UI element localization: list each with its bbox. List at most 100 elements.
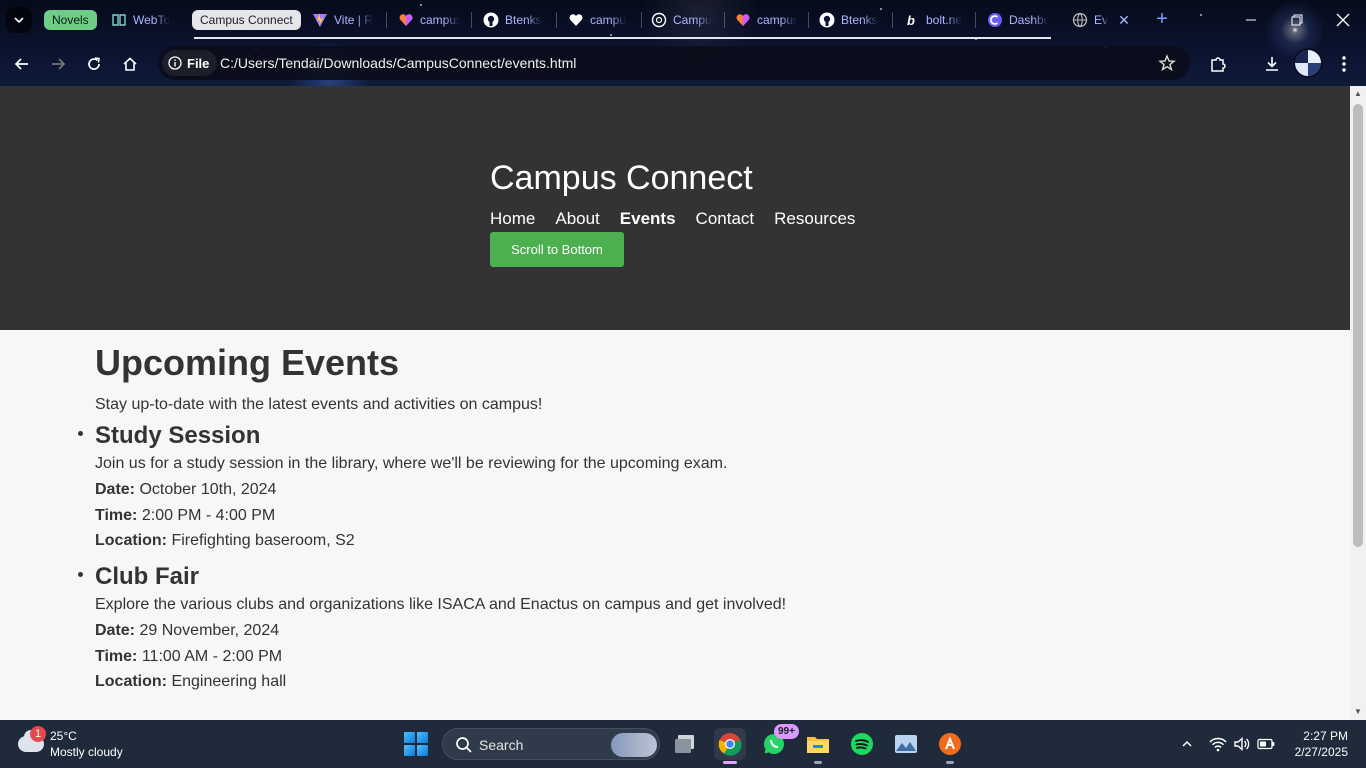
- bolt-icon: b: [904, 12, 920, 28]
- plus-icon: +: [1156, 8, 1168, 30]
- system-clock[interactable]: 2:27 PM 2/27/2025: [1295, 728, 1348, 760]
- tab-separator: [975, 12, 976, 28]
- reload-button[interactable]: [80, 50, 108, 78]
- date-value: 29 November, 2024: [139, 622, 280, 639]
- nav-link-resources[interactable]: Resources: [774, 209, 855, 229]
- taskbar-whatsapp[interactable]: 99+: [758, 724, 799, 760]
- tab-webtoon[interactable]: WebTo: [111, 10, 173, 30]
- taskbar-search[interactable]: Search: [442, 728, 660, 760]
- events-content: Upcoming Events Stay up-to-date with the…: [78, 342, 1295, 690]
- new-tab-button[interactable]: +: [1150, 8, 1174, 32]
- tab-group-campus-connect[interactable]: Campus Connect: [192, 10, 301, 30]
- volume-icon: [1234, 736, 1250, 752]
- taskbar-chrome[interactable]: [714, 728, 746, 764]
- scrollbar-thumb[interactable]: [1353, 104, 1363, 547]
- taskbar-photos[interactable]: [890, 728, 922, 760]
- list-bullet: [78, 572, 83, 577]
- time-label: Time:: [95, 648, 138, 665]
- taskbar-spotify[interactable]: [846, 728, 878, 760]
- book-icon: [111, 12, 127, 28]
- tab-campus-heart[interactable]: campu: [568, 10, 630, 30]
- site-header: Campus Connect Home About Events Contact…: [0, 86, 1350, 330]
- event-description: Explore the various clubs and organizati…: [95, 596, 787, 613]
- volume-status[interactable]: [1232, 734, 1252, 754]
- tab-group-novels[interactable]: Novels: [44, 10, 97, 30]
- tab-separator: [892, 12, 893, 28]
- nav-link-home[interactable]: Home: [490, 209, 535, 229]
- search-placeholder: Search: [479, 737, 524, 753]
- address-bar[interactable]: File C:/Users/Tendai/Downloads/CampusCon…: [158, 46, 1190, 80]
- home-button[interactable]: [116, 50, 144, 78]
- tab-bolt[interactable]: b bolt.ne: [904, 10, 966, 30]
- tab-dashboard[interactable]: Dashbo: [987, 10, 1049, 30]
- url-text[interactable]: C:/Users/Tendai/Downloads/CampusConnect/…: [220, 55, 576, 71]
- running-indicator: [946, 761, 954, 764]
- tab-strip: Novels WebTo Campus Connect Vite | R cam…: [0, 0, 1366, 40]
- tab-separator: [471, 12, 472, 28]
- more-vertical-icon: [1342, 56, 1346, 72]
- tab-separator: [556, 12, 557, 28]
- restore-button[interactable]: [1274, 4, 1320, 36]
- tab-separator: [724, 12, 725, 28]
- event-item-club-fair: Club Fair Explore the various clubs and …: [78, 563, 786, 690]
- tab-github-btenks-1[interactable]: Btenks: [483, 10, 545, 30]
- tab-vite[interactable]: Vite | R: [312, 10, 378, 30]
- tab-separator: [641, 12, 642, 28]
- bookmark-button[interactable]: [1156, 52, 1178, 74]
- battery-icon: [1257, 738, 1275, 750]
- tab-github-btenks-2[interactable]: Btenks: [819, 10, 881, 30]
- show-hidden-icons-button[interactable]: [1177, 734, 1197, 754]
- tab-separator: [386, 12, 387, 28]
- nav-link-contact[interactable]: Contact: [696, 209, 755, 229]
- event-item-study-session: Study Session Join us for a study sessio…: [78, 423, 727, 549]
- time-value: 2:00 PM - 4:00 PM: [141, 507, 276, 524]
- minimize-button[interactable]: [1228, 4, 1274, 36]
- tab-close-button[interactable]: ✕: [1114, 10, 1134, 30]
- scroll-up-arrow[interactable]: ▲: [1350, 86, 1366, 102]
- tab-events-active[interactable]: Ev: [1072, 10, 1116, 30]
- battery-status[interactable]: [1256, 734, 1276, 754]
- date-value: October 10th, 2024: [139, 481, 277, 498]
- close-icon: [1336, 13, 1350, 27]
- page-title: Upcoming Events: [95, 342, 400, 383]
- weather-widget[interactable]: 1 25°C Mostly cloudy: [14, 726, 144, 762]
- task-view-button[interactable]: [670, 728, 702, 760]
- downloads-button[interactable]: [1258, 50, 1286, 78]
- start-button[interactable]: [404, 732, 428, 756]
- spotify-icon: [851, 733, 873, 755]
- lovable-heart-icon: [735, 12, 751, 28]
- extensions-button[interactable]: [1204, 50, 1232, 78]
- location-value: Firefighting baseroom, S2: [171, 532, 355, 549]
- wifi-status[interactable]: [1208, 734, 1228, 754]
- location-label: Location:: [95, 532, 167, 549]
- profile-avatar[interactable]: [1293, 48, 1323, 78]
- windows-logo-icon: [404, 732, 415, 743]
- tab-chatgpt-campus[interactable]: Campu: [651, 10, 713, 30]
- folder-icon: [807, 737, 829, 753]
- clock-date: 2/27/2025: [1294, 745, 1348, 759]
- browser-toolbar: File C:/Users/Tendai/Downloads/CampusCon…: [0, 40, 1366, 86]
- scroll-down-arrow[interactable]: ▼: [1350, 704, 1366, 720]
- site-info-chip[interactable]: File: [162, 50, 218, 76]
- tab-search-button[interactable]: [6, 7, 32, 33]
- info-icon: [168, 56, 182, 70]
- forward-button[interactable]: [44, 50, 72, 78]
- tab-separator: [808, 12, 809, 28]
- tab-campus-lovable-2[interactable]: campus: [735, 10, 797, 30]
- github-icon: [483, 12, 499, 28]
- scroll-to-bottom-button[interactable]: Scroll to Bottom: [490, 232, 624, 267]
- star-icon: [1158, 54, 1176, 72]
- close-window-button[interactable]: [1320, 4, 1366, 36]
- taskbar-file-explorer[interactable]: [802, 728, 834, 764]
- event-title: Club Fair: [95, 563, 200, 590]
- nav-link-events[interactable]: Events: [620, 209, 676, 229]
- search-icon: [456, 737, 472, 753]
- github-icon: [819, 12, 835, 28]
- page-scrollbar[interactable]: ▲ ▼: [1350, 86, 1366, 720]
- back-button[interactable]: [8, 50, 36, 78]
- taskbar-app-orange[interactable]: [934, 728, 966, 764]
- location-value: Engineering hall: [171, 673, 287, 690]
- nav-link-about[interactable]: About: [555, 209, 599, 229]
- tab-campus-lovable-1[interactable]: campus: [398, 10, 460, 30]
- menu-button[interactable]: [1330, 50, 1358, 78]
